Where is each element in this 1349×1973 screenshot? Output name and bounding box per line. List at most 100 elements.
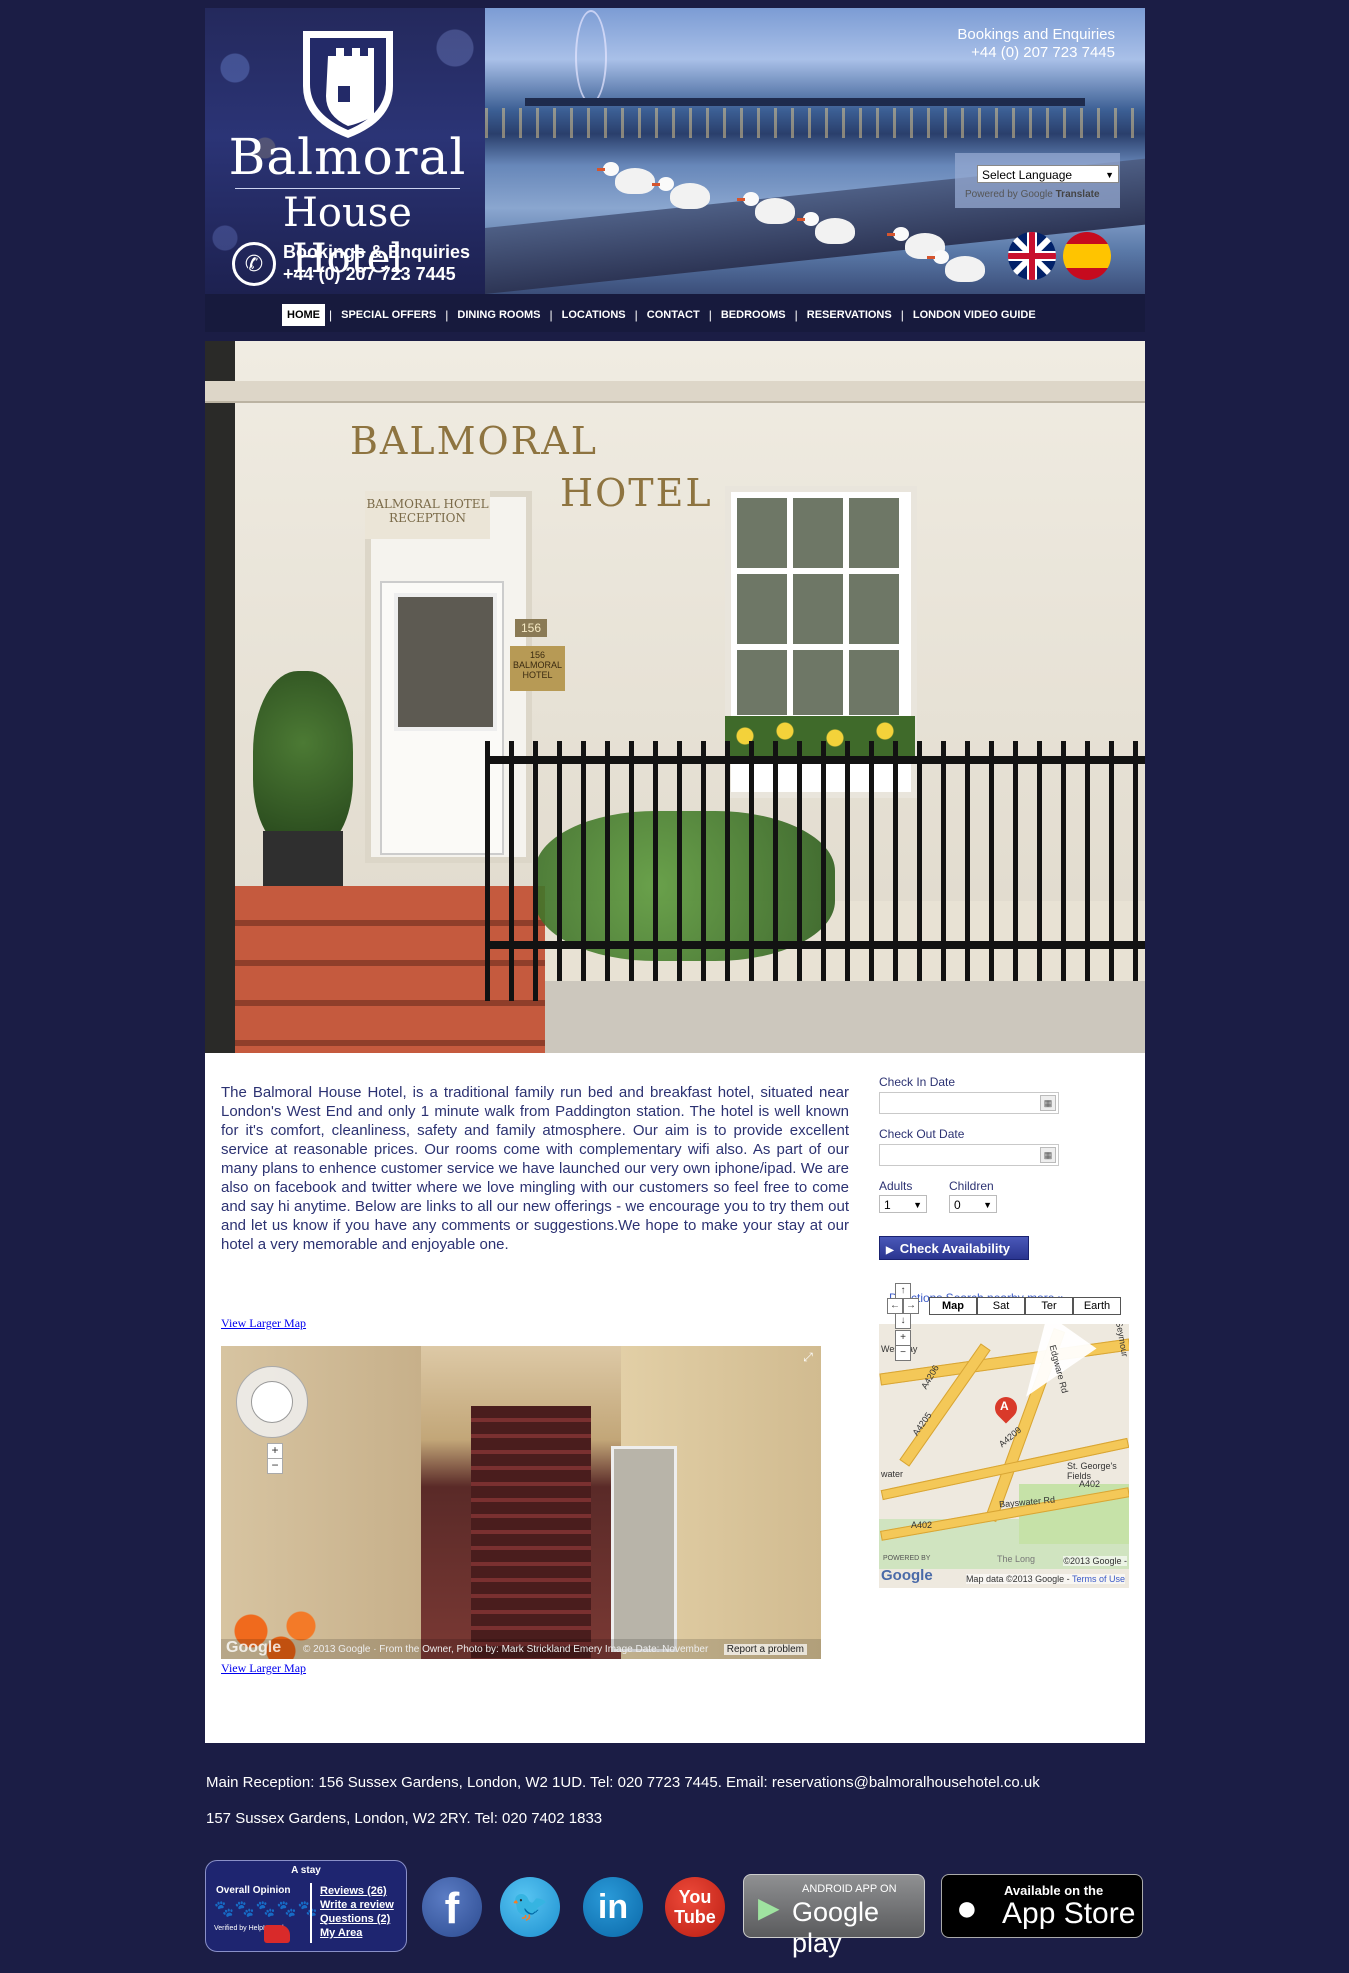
nav-separator: | [445,308,449,322]
calendar-icon[interactable]: ▦ [1040,1147,1056,1163]
children-select[interactable]: 0 ▼ [949,1195,997,1213]
nav-link-dining-rooms[interactable]: DINING ROOMS [452,304,545,326]
map-zoom-in-icon[interactable]: + [895,1330,911,1346]
logo-phone-number: +44 (0) 207 723 7445 [283,264,456,284]
play-icon: ▶ [886,1245,894,1256]
map-copyright: ©2013 Google - [1063,1556,1127,1566]
castle-shield-logo-icon [303,31,393,138]
bridge-shape [525,98,1085,106]
map-type-ter[interactable]: Ter [1025,1297,1073,1315]
nav-separator: | [708,308,712,322]
nav-link-locations[interactable]: LOCATIONS [557,304,631,326]
linkedin-icon[interactable]: in [583,1877,643,1937]
google-play-small-label: ANDROID APP ON [802,1883,897,1895]
nav-item-london-video-guide: LONDON VIDEO GUIDE [908,304,1041,326]
seagull-shape [652,177,710,209]
london-eye-shape [575,10,607,104]
nav-link-contact[interactable]: CONTACT [642,304,705,326]
facebook-icon[interactable]: f [422,1877,482,1937]
nav-link-london-video-guide[interactable]: LONDON VIDEO GUIDE [908,304,1041,326]
photo-sign-balmoral: BALMORAL [350,419,598,463]
sv-zoom-out-button[interactable]: − [267,1458,283,1474]
main-content: The Balmoral House Hotel, is a tradition… [205,1053,1145,1743]
map-pan-left-icon[interactable]: ← [887,1298,903,1314]
check-out-date-input[interactable]: ▦ [879,1144,1059,1166]
street-view-pan-control[interactable] [236,1366,308,1438]
spain-flag-icon[interactable] [1063,232,1111,280]
app-store-badge[interactable]: ● Available on the App Store [941,1874,1143,1938]
nav-link-home[interactable]: HOME [282,304,325,326]
app-store-small-label: Available on the [1004,1883,1104,1898]
sv-zoom-in-button[interactable]: + [267,1443,283,1459]
translate-label: Translate [1055,189,1100,200]
sv-staircase [471,1406,591,1659]
check-out-label: Check Out Date [879,1127,965,1141]
helphound-write-review-link[interactable]: Write a review [320,1899,394,1911]
logo-panel[interactable]: Balmoral House Hotel ✆ Bookings & Enquir… [205,8,485,294]
map-zoom-out-icon[interactable]: − [895,1345,911,1361]
app-store-big-label: App Store [1002,1897,1136,1930]
map-data-credit: Map data ©2013 Google - Terms of Use [965,1574,1125,1584]
seagull-shape [737,192,795,224]
helphound-my-area-link[interactable]: My Area [320,1927,362,1939]
adults-label: Adults [879,1179,913,1193]
site-header: Balmoral House Hotel ✆ Bookings & Enquir… [205,8,1145,294]
expand-icon[interactable]: ⤢ [801,1350,815,1364]
map-data-text: Map data ©2013 Google - [965,1574,1070,1584]
nav-separator: | [329,308,333,322]
powered-by-label: Powered by [965,189,1018,200]
brand-name-line1: Balmoral [228,128,467,186]
chevron-down-icon: ▼ [913,1200,922,1210]
powered-by-google-translate[interactable]: Powered by Google Translate [965,189,1100,200]
check-availability-button[interactable]: ▶ Check Availability [879,1236,1029,1260]
play-triangle-icon: ▶ [758,1892,780,1923]
seagull-shape [927,250,985,282]
map-pan-down-icon[interactable]: ↓ [895,1313,911,1329]
view-larger-map-link[interactable]: View Larger Map [221,1316,306,1331]
map-type-map[interactable]: Map [929,1297,977,1315]
adults-select[interactable]: 1 ▼ [879,1195,927,1213]
logo-bookings-label: Bookings & Enquiries [283,242,471,262]
helphound-reviews-link[interactable]: Reviews (26) [320,1885,387,1897]
nav-link-bedrooms[interactable]: BEDROOMS [716,304,791,326]
map-label-a402: A402 [911,1520,933,1530]
map-type-earth[interactable]: Earth [1073,1297,1121,1315]
header-enquiries-phone[interactable]: +44 (0) 207 723 7445 [971,44,1115,61]
map-label-a402: A402 [1079,1479,1101,1489]
check-in-label: Check In Date [879,1075,956,1089]
header-enquiries-label: Bookings and Enquiries [957,26,1115,43]
helphound-review-badge: A stay Overall Opinion 🐾🐾🐾🐾🐾 Verified by… [205,1860,407,1952]
sv-report-problem-link[interactable]: Report a problem [723,1644,807,1655]
map-pan-up-icon[interactable]: ↑ [895,1283,911,1299]
view-larger-map-link[interactable]: View Larger Map [221,1661,306,1676]
youtube-you-label: You [678,1887,712,1907]
calendar-icon[interactable]: ▦ [1040,1095,1056,1111]
brand-divider [235,188,460,189]
uk-flag-icon[interactable] [1008,232,1056,280]
map-terms-link[interactable]: Terms of Use [1072,1574,1125,1584]
language-select[interactable]: Select Language ▼ [977,165,1119,183]
location-map[interactable]: A Westway A4206 A4205 A4209 Edgware Rd S… [879,1324,1129,1588]
children-label: Children [949,1179,994,1193]
adults-value: 1 [884,1198,891,1212]
helphound-divider [310,1883,312,1943]
seagull-shape [597,162,655,194]
helphound-questions-link[interactable]: Questions (2) [320,1913,390,1925]
hotel-front-photo: BALMORAL HOTEL BALMORAL HOTEL RECEPTION … [205,341,1145,1053]
photo-railing-bottom [485,941,1145,949]
nav-item-special-offers: SPECIAL OFFERS [336,304,441,326]
youtube-icon[interactable]: You Tube [665,1877,725,1937]
google-play-badge[interactable]: ▶ ANDROID APP ON Google play [743,1874,925,1958]
nav-link-special-offers[interactable]: SPECIAL OFFERS [336,304,441,326]
twitter-icon[interactable]: 🐦 [500,1877,560,1937]
phone-icon: ✆ [232,242,276,286]
street-view-panorama[interactable]: + − ⤢ Google © 2013 Google · From the Ow… [221,1346,821,1659]
map-nav-controls: ↑ ← → ↓ + − [887,1283,927,1363]
city-lights [485,108,1145,138]
check-in-date-input[interactable]: ▦ [879,1092,1059,1114]
nav-link-reservations[interactable]: RESERVATIONS [802,304,897,326]
map-type-sat[interactable]: Sat [977,1297,1025,1315]
nav-item-reservations: RESERVATIONS [802,304,897,326]
google-label: Google [1020,189,1053,200]
map-pan-right-icon[interactable]: → [903,1298,919,1314]
